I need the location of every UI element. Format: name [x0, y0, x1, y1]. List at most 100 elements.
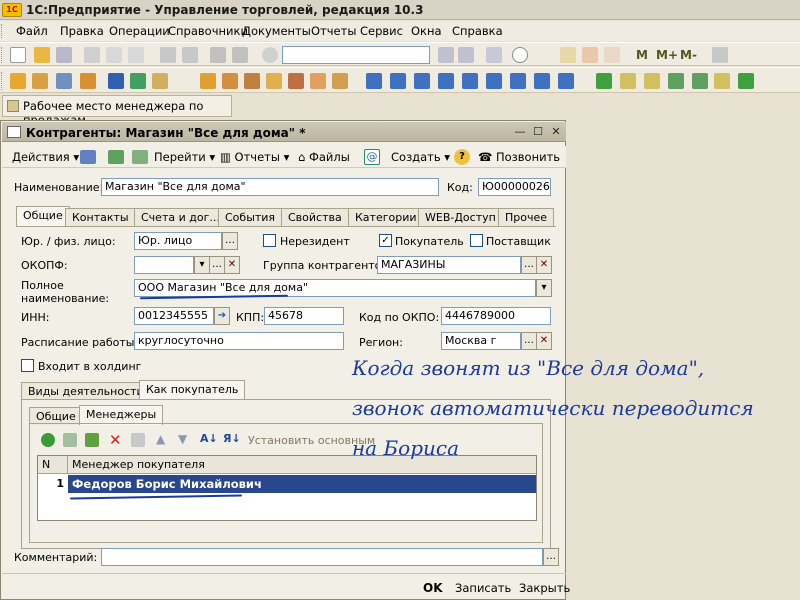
- goods-icon[interactable]: [32, 73, 48, 89]
- copy-icon[interactable]: [106, 47, 122, 63]
- paste-icon[interactable]: [128, 47, 144, 63]
- edit-row-icon[interactable]: [85, 433, 99, 447]
- fullname-input[interactable]: ООО Магазин "Все для дома": [134, 279, 536, 297]
- table-icon[interactable]: [604, 47, 620, 63]
- sort-asc-icon[interactable]: A↓: [200, 432, 218, 445]
- tab-events[interactable]: События: [218, 208, 283, 226]
- analysis4-icon[interactable]: [692, 73, 708, 89]
- report6-icon[interactable]: [486, 73, 502, 89]
- price-icon[interactable]: [130, 73, 146, 89]
- menu-documents[interactable]: Документы: [242, 24, 311, 38]
- excel-icon[interactable]: [738, 73, 754, 89]
- nonresident-checkbox[interactable]: [263, 234, 276, 247]
- open-folder-icon[interactable]: [34, 47, 50, 63]
- region-clear-button[interactable]: ✕: [536, 332, 552, 350]
- menu-reports[interactable]: Отчеты: [311, 24, 356, 38]
- report2-icon[interactable]: [390, 73, 406, 89]
- tab-activity-types[interactable]: Виды деятельности: [21, 382, 151, 400]
- move-up-icon[interactable]: ▲: [156, 432, 165, 446]
- report5-icon[interactable]: [462, 73, 478, 89]
- files-button[interactable]: ⌂ Файлы: [298, 150, 350, 164]
- cash-icon[interactable]: [152, 73, 168, 89]
- menu-service[interactable]: Сервис: [360, 24, 403, 38]
- kpp-input[interactable]: 45678: [264, 307, 344, 325]
- save-button[interactable]: Записать: [455, 581, 511, 595]
- delete-row-icon[interactable]: ✕: [109, 431, 122, 449]
- close-window-button[interactable]: ✕: [548, 125, 564, 139]
- okopf-clear-button[interactable]: ✕: [224, 256, 240, 274]
- maximize-button[interactable]: ☐: [530, 125, 546, 139]
- ok-button[interactable]: OK: [423, 581, 443, 595]
- minimize-button[interactable]: —: [512, 125, 528, 139]
- tab-general[interactable]: Общие: [16, 206, 70, 226]
- column-n-header[interactable]: N: [38, 456, 68, 474]
- search-icon[interactable]: [262, 47, 278, 63]
- tab-properties[interactable]: Свойства: [281, 208, 349, 226]
- analysis5-icon[interactable]: [714, 73, 730, 89]
- navigate-icon[interactable]: [80, 150, 96, 164]
- print-icon[interactable]: [160, 47, 176, 63]
- cut-icon[interactable]: [84, 47, 100, 63]
- redo-icon[interactable]: [232, 47, 248, 63]
- inn-check-button[interactable]: ➔: [214, 307, 230, 325]
- find-next-icon[interactable]: [438, 47, 454, 63]
- inn-input[interactable]: 0012345555: [134, 307, 214, 325]
- calculator-icon[interactable]: [560, 47, 576, 63]
- documents-icon[interactable]: [56, 73, 72, 89]
- okopf-select-button[interactable]: …: [209, 256, 225, 274]
- sort-desc-icon[interactable]: Я↓: [223, 432, 241, 445]
- name-input[interactable]: Магазин "Все для дома": [101, 178, 439, 196]
- refresh-icon[interactable]: [108, 150, 124, 164]
- tab-managers[interactable]: Менеджеры: [79, 405, 164, 425]
- memory-plus-button[interactable]: M+: [656, 48, 678, 62]
- report4-icon[interactable]: [438, 73, 454, 89]
- report9-icon[interactable]: [558, 73, 574, 89]
- close-button[interactable]: Закрыть: [519, 581, 570, 595]
- comment-input[interactable]: [101, 548, 543, 566]
- group-clear-button[interactable]: ✕: [536, 256, 552, 274]
- comment-select-button[interactable]: …: [543, 548, 559, 566]
- analysis1-icon[interactable]: [620, 73, 636, 89]
- buyer-checkbox[interactable]: ✓: [379, 234, 392, 247]
- copy-row-icon[interactable]: [63, 433, 77, 447]
- manager-workplace-button[interactable]: Рабочее место менеджера по продажам: [2, 95, 232, 127]
- region-select-button[interactable]: …: [521, 332, 537, 350]
- reports-button[interactable]: ▥ Отчеты ▾: [220, 150, 289, 164]
- actions-button[interactable]: Действия ▾: [12, 150, 79, 164]
- okpo-input[interactable]: 4446789000: [441, 307, 551, 325]
- move-down-icon[interactable]: ▼: [178, 432, 187, 446]
- email-icon[interactable]: @: [364, 149, 380, 165]
- calendar-icon[interactable]: [582, 47, 598, 63]
- create-button[interactable]: Создать ▾: [391, 150, 450, 164]
- report8-icon[interactable]: [534, 73, 550, 89]
- group-select-button[interactable]: …: [521, 256, 537, 274]
- menu-catalogs[interactable]: Справочники: [168, 24, 248, 38]
- legal-type-input[interactable]: Юр. лицо: [134, 232, 222, 250]
- group-input[interactable]: МАГАЗИНЫ: [377, 256, 521, 274]
- orders-icon[interactable]: [80, 73, 96, 89]
- delivery-icon[interactable]: [310, 73, 326, 89]
- tab-as-buyer[interactable]: Как покупатель: [139, 380, 246, 400]
- menu-help[interactable]: Справка: [452, 24, 503, 38]
- tab-other[interactable]: Прочее: [498, 208, 555, 226]
- column-manager-header[interactable]: Менеджер покупателя: [68, 456, 536, 474]
- receipt-icon[interactable]: [288, 73, 304, 89]
- tools-icon[interactable]: [712, 47, 728, 63]
- code-input[interactable]: Ю00000026: [478, 178, 551, 196]
- fullname-dropdown-button[interactable]: ▾: [536, 279, 552, 297]
- search-input[interactable]: [282, 46, 430, 64]
- add-row-icon[interactable]: [41, 433, 55, 447]
- windows-icon[interactable]: [486, 47, 502, 63]
- undo-icon[interactable]: [210, 47, 226, 63]
- info-icon[interactable]: [512, 47, 528, 63]
- report3-icon[interactable]: [414, 73, 430, 89]
- menu-windows[interactable]: Окна: [411, 24, 442, 38]
- invoice-icon[interactable]: [244, 73, 260, 89]
- memory-button[interactable]: M: [636, 48, 648, 62]
- menu-file[interactable]: Файл: [16, 24, 48, 38]
- call-button[interactable]: ☎ Позвонить: [478, 150, 560, 164]
- tab-web-access[interactable]: WEB-Доступ: [418, 208, 503, 226]
- analysis3-icon[interactable]: [668, 73, 684, 89]
- goto-button[interactable]: Перейти ▾: [154, 150, 215, 164]
- save-icon[interactable]: [56, 47, 72, 63]
